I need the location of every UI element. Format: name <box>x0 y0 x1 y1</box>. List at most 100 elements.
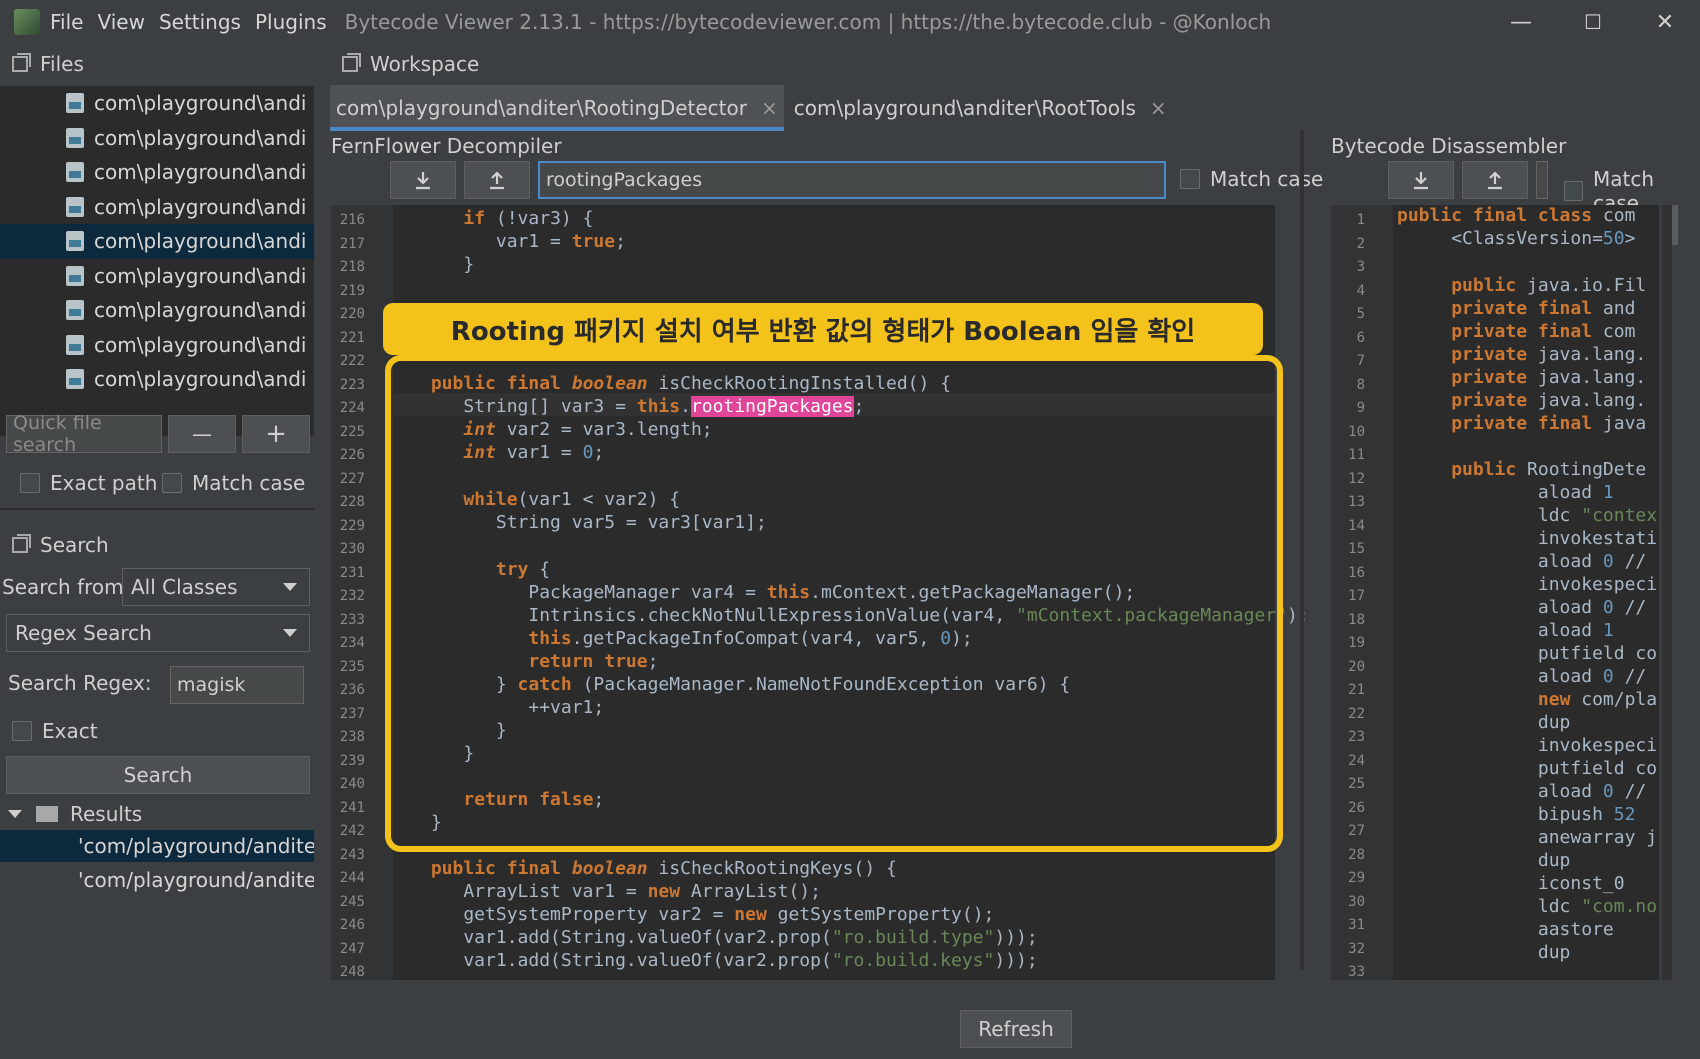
chevron-down-icon <box>283 629 297 637</box>
menu-settings[interactable]: Settings <box>159 10 241 34</box>
decompiler-export-button[interactable] <box>390 161 456 199</box>
bytecode-line-6: private final com <box>1451 321 1636 342</box>
close-tab-icon[interactable]: × <box>761 96 778 120</box>
files-match-case-checkbox[interactable]: Match case <box>162 471 305 495</box>
bytecode-line-12: public RootingDete <box>1451 459 1647 480</box>
class-file-icon <box>66 334 84 355</box>
bytecode-line-31: ldc "com.no <box>1397 896 1658 917</box>
code-line-245: ArrayList var1 = new ArrayList(); <box>420 881 821 902</box>
search-regex-input[interactable]: magisk <box>170 666 304 704</box>
line-number: 222 <box>339 353 365 369</box>
results-label: Results <box>70 802 143 826</box>
line-number: 244 <box>339 870 365 886</box>
line-number: 239 <box>339 752 365 769</box>
download-icon <box>1414 172 1428 190</box>
disassembler-search-input[interactable] <box>1536 161 1548 199</box>
chevron-down-icon <box>8 810 22 818</box>
search-type-dropdown[interactable]: Regex Search <box>6 614 310 652</box>
close-tab-icon[interactable]: × <box>1150 96 1167 120</box>
line-number: 5 <box>1356 306 1365 322</box>
line-number: 231 <box>339 564 365 581</box>
file-tree-item[interactable]: com\playground\andi <box>0 155 314 190</box>
exact-checkbox[interactable]: Exact <box>12 719 98 743</box>
bytecode-line-5: private final and <box>1451 298 1636 319</box>
line-number: 15 <box>1348 541 1365 557</box>
file-tree-item[interactable]: com\playground\andi <box>0 259 314 294</box>
close-button[interactable]: ✕ <box>1630 0 1700 44</box>
line-number: 10 <box>1348 423 1365 440</box>
line-number: 216 <box>339 212 365 228</box>
code-line-248: var1.add(String.valueOf(var2.prop("ro.bu… <box>420 950 1038 971</box>
class-file-icon <box>66 231 84 252</box>
file-tree-item-label: com\playground\andi <box>94 367 307 392</box>
line-number: 228 <box>339 494 365 510</box>
line-number: 20 <box>1348 658 1365 675</box>
pane-splitter[interactable] <box>1300 130 1304 970</box>
decompiler-search-input[interactable]: rootingPackages <box>538 161 1166 199</box>
checkbox-box <box>1180 169 1200 189</box>
class-file-icon <box>66 127 84 148</box>
search-result-label: 'com/playground/andite <box>78 834 314 858</box>
app-icon <box>14 9 40 35</box>
line-number: 33 <box>1348 964 1365 980</box>
file-tree-item-label: com\playground\andi <box>94 194 307 219</box>
class-file-icon <box>66 162 84 183</box>
file-tree-item-selected[interactable]: com\playground\andi <box>0 224 314 259</box>
bytecode-line-33: dup <box>1397 942 1571 963</box>
disassembler-scrollbar[interactable] <box>1662 205 1672 980</box>
line-number: 246 <box>339 917 365 933</box>
line-number: 32 <box>1348 940 1365 957</box>
tab-roottools[interactable]: com\playground\anditer\RootTools × <box>788 85 1173 131</box>
class-file-icon <box>66 196 84 217</box>
menu-view[interactable]: View <box>97 10 144 34</box>
line-number: 6 <box>1356 329 1365 346</box>
file-tree-item[interactable]: com\playground\andi <box>0 328 314 363</box>
tab-rootingdetector[interactable]: com\playground\anditer\RootingDetector × <box>330 85 784 131</box>
title-bar: File View Settings Plugins Bytecode View… <box>0 0 1700 44</box>
disassembler-export-button[interactable] <box>1388 161 1454 199</box>
quick-file-search-input[interactable]: Quick file search <box>6 412 162 456</box>
scrollbar-thumb[interactable] <box>1672 205 1678 245</box>
panel-divider[interactable] <box>0 508 314 510</box>
search-result-item[interactable]: 'com/playground/andite <box>0 864 314 896</box>
menu-file[interactable]: File <box>50 10 83 34</box>
tab-label: com\playground\anditer\RootingDetector <box>336 96 747 120</box>
line-number: 29 <box>1348 870 1365 886</box>
checkbox-label: Exact <box>42 719 98 743</box>
refresh-button[interactable]: Refresh <box>960 1010 1072 1048</box>
line-number: 25 <box>1348 776 1365 792</box>
maximize-button[interactable]: ☐ <box>1558 0 1628 44</box>
bytecode-line-28: anewarray j <box>1397 827 1658 848</box>
decompiler-title: FernFlower Decompiler <box>331 134 562 158</box>
bytecode-line-8: private java.lang. <box>1451 367 1647 388</box>
minimize-button[interactable]: — <box>1486 0 1556 44</box>
exact-path-checkbox[interactable]: Exact path <box>20 471 157 495</box>
checkbox-box <box>1564 181 1583 201</box>
search-result-item[interactable]: 'com/playground/andite <box>0 830 314 862</box>
file-tree-item[interactable]: com\playground\andi <box>0 190 314 225</box>
checkbox-label: Match case <box>192 471 306 495</box>
file-tree-item[interactable]: com\playground\andi <box>0 293 314 328</box>
search-button[interactable]: Search <box>6 756 310 794</box>
expand-button[interactable]: + <box>242 415 310 453</box>
disassembler-import-button[interactable] <box>1462 161 1528 199</box>
line-number: 220 <box>339 306 365 322</box>
line-number: 3 <box>1356 259 1365 275</box>
bytecode-line-25: putfield co <box>1397 758 1658 779</box>
file-tree-item[interactable]: com\playground\andi <box>0 86 314 121</box>
file-tree-item[interactable]: com\playground\andi <box>0 121 314 156</box>
file-tree-item[interactable]: com\playground\andi <box>0 362 314 397</box>
line-number: 7 <box>1356 353 1365 369</box>
bytecode-line-24: invokespeci <box>1397 735 1658 756</box>
download-icon <box>416 172 430 190</box>
code-line-216: if (!var3) { <box>463 208 594 229</box>
collapse-button[interactable]: — <box>168 415 236 453</box>
results-node[interactable]: Results <box>8 802 142 826</box>
line-number: 30 <box>1348 893 1365 910</box>
file-tree[interactable]: com\playground\andi com\playground\andi … <box>0 86 314 436</box>
line-number: 224 <box>339 400 365 416</box>
decompiler-import-button[interactable] <box>464 161 530 199</box>
line-number: 248 <box>339 964 365 980</box>
search-from-dropdown[interactable]: All Classes <box>122 568 310 606</box>
menu-plugins[interactable]: Plugins <box>255 10 327 34</box>
